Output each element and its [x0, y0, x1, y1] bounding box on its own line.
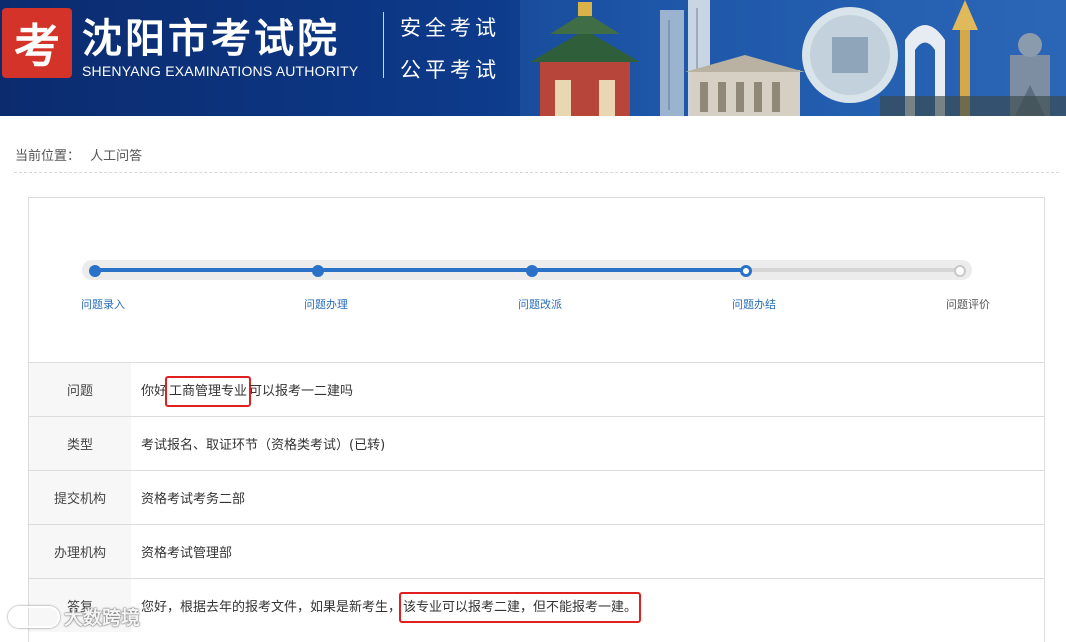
step-dot-evaluation: [954, 265, 966, 277]
question-label: 问题: [29, 363, 131, 416]
breadcrumb-prefix: 当前位置：: [15, 149, 81, 164]
answer-value: 您好，根据去年的报考文件，如果是新考生， 该专业可以报考二建，但不能报考一建。: [131, 592, 642, 623]
step-dot-reassign: [526, 265, 538, 277]
step-label-evaluation: 问题评价: [946, 298, 990, 311]
detail-row-type: 类型 考试报名、取证环节（资格类考试）(已转): [29, 416, 1044, 470]
qa-detail-panel: 问题录入 问题办理 问题改派 问题办结 问题评价 问题 你好 工商管理专业 可以报考…: [28, 197, 1045, 642]
progress-remaining: [743, 268, 958, 272]
detail-row-answer: 答复 您好，根据去年的报考文件，如果是新考生， 该专业可以报考二建，但不能报考一建…: [29, 578, 1044, 632]
handle-org-label: 办理机构: [29, 525, 131, 578]
city-landmarks-illustration: [520, 0, 1066, 116]
answer-highlight: 该专业可以报考二建，但不能报考一建。: [399, 592, 642, 623]
breadcrumb-current[interactable]: 人工问答: [90, 149, 142, 164]
step-dot-closed: [740, 265, 752, 277]
step-label-closed: 问题办结: [732, 298, 776, 311]
submit-org-label: 提交机构: [29, 471, 131, 524]
progress-fill: [92, 268, 743, 272]
detail-row-handle-org: 办理机构 资格考试管理部: [29, 524, 1044, 578]
submit-org-value: 资格考试考务二部: [141, 492, 246, 507]
site-title-english: SHENYANG EXAMINATIONS AUTHORITY: [82, 63, 359, 79]
detail-row-submit-org: 提交机构 资格考试考务二部: [29, 470, 1044, 524]
watermark: 大数跨境: [8, 603, 140, 630]
answer-text-start: 您好，根据去年的报考文件，如果是新考生，: [141, 600, 402, 615]
type-value: 考试报名、取证环节（资格类考试）(已转): [141, 438, 386, 453]
step-label-reassign: 问题改派: [518, 298, 562, 311]
site-title: 沈阳市考试院: [82, 16, 340, 62]
slogan-fair-exam: 公平考试: [400, 58, 500, 82]
breadcrumb: 当前位置： 人工问答: [15, 145, 142, 164]
question-text-start: 你好: [141, 384, 168, 399]
logo-char: 考: [14, 19, 60, 73]
site-logo-icon[interactable]: 考: [2, 8, 72, 78]
watermark-text: 大数跨境: [64, 607, 141, 629]
detail-row-question: 问题 你好 工商管理专业 可以报考一二建吗: [29, 362, 1044, 416]
breadcrumb-divider: [14, 172, 1059, 173]
site-header-banner: 考 沈阳市考试院 SHENYANG EXAMINATIONS AUTHORITY…: [0, 0, 1066, 116]
type-label: 类型: [29, 417, 131, 470]
step-label-entry: 问题录入: [81, 298, 125, 311]
step-label-processing: 问题办理: [304, 298, 348, 311]
slogan-safe-exam: 安全考试: [400, 16, 500, 40]
question-value: 你好 工商管理专业 可以报考一二建吗: [131, 376, 354, 407]
question-highlight: 工商管理专业: [165, 376, 252, 407]
question-text-end: 可以报考一二建吗: [249, 384, 354, 399]
header-divider: [383, 12, 384, 78]
watermark-logo-icon: [8, 605, 60, 628]
step-dot-processing: [312, 265, 324, 277]
step-dot-entry: [89, 265, 101, 277]
detail-table: 问题 你好 工商管理专业 可以报考一二建吗 类型 考试报名、取证环节（资格类考试）(…: [29, 362, 1044, 632]
handle-org-value: 资格考试管理部: [141, 546, 233, 561]
